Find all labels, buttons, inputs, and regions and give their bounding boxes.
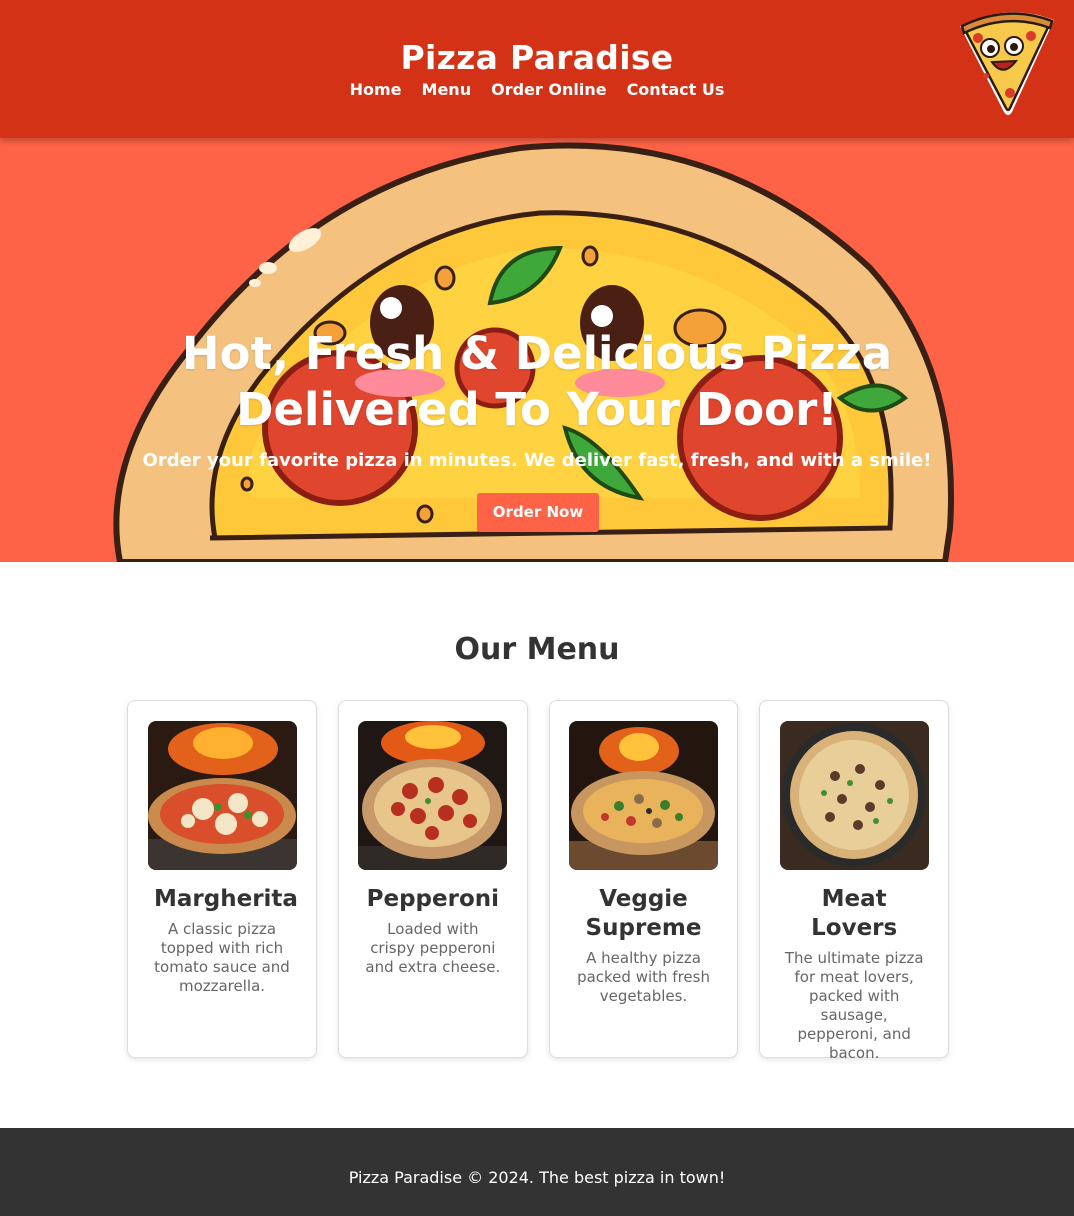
- margherita-pizza-image: [147, 721, 297, 870]
- menu-item-description: A healthy pizza packed with fresh vegeta…: [577, 949, 710, 1005]
- menu-card-margherita[interactable]: Margherita A classic pizza topped with r…: [127, 700, 317, 1058]
- menu-item-description: Loaded with crispy pepperoni and extra c…: [365, 920, 501, 976]
- menu-section-title: Our Menu: [454, 632, 620, 667]
- footer-copyright: Pizza Paradise © 2024. The best pizza in…: [348, 1168, 726, 1187]
- menu-card-veggie-supreme[interactable]: Veggie Supreme A healthy pizza packed wi…: [548, 700, 739, 1058]
- nav-order-online-link[interactable]: Order Online: [491, 80, 606, 99]
- veggie-supreme-pizza-image: [569, 721, 718, 870]
- menu-item-description: The ultimate pizza for meat lovers, pack…: [784, 949, 924, 1062]
- order-now-button[interactable]: Order Now: [477, 493, 599, 532]
- nav-home-link[interactable]: Home: [350, 80, 402, 99]
- site-header: Pizza Paradise Home Menu Order Online Co…: [0, 0, 1074, 138]
- meat-lovers-pizza-image: [779, 721, 929, 870]
- site-footer: Pizza Paradise © 2024. The best pizza in…: [0, 1128, 1074, 1216]
- menu-item-name: Meat Lovers: [811, 886, 898, 941]
- hero-title: Hot, Fresh & Delicious Pizza Delivered T…: [0, 326, 1074, 438]
- menu-item-description: A classic pizza topped with rich tomato …: [154, 920, 290, 995]
- pizza-slice-logo-icon[interactable]: [952, 6, 1062, 118]
- menu-item-name: Margherita: [154, 886, 298, 912]
- menu-item-name: Veggie Supreme: [585, 886, 702, 941]
- main-nav: Home Menu Order Online Contact Us: [0, 80, 1074, 99]
- menu-card-list: Margherita A classic pizza topped with r…: [127, 700, 950, 1062]
- site-title: Pizza Paradise: [400, 38, 674, 77]
- menu-item-name: Pepperoni: [366, 886, 500, 912]
- hero-banner: Hot, Fresh & Delicious Pizza Delivered T…: [0, 138, 1074, 562]
- hero-subtitle: Order your favorite pizza in minutes. We…: [142, 450, 932, 471]
- menu-card-pepperoni[interactable]: Pepperoni Loaded with crispy pepperoni a…: [338, 700, 528, 1058]
- hero-title-line1: Hot, Fresh & Delicious Pizza: [181, 327, 893, 380]
- menu-card-meat-lovers[interactable]: Meat Lovers The ultimate pizza for meat …: [759, 700, 950, 1062]
- hero-title-line2: Delivered To Your Door!: [236, 383, 838, 436]
- nav-menu-link[interactable]: Menu: [422, 80, 472, 99]
- nav-contact-us-link[interactable]: Contact Us: [627, 80, 725, 99]
- pepperoni-pizza-image: [358, 721, 508, 870]
